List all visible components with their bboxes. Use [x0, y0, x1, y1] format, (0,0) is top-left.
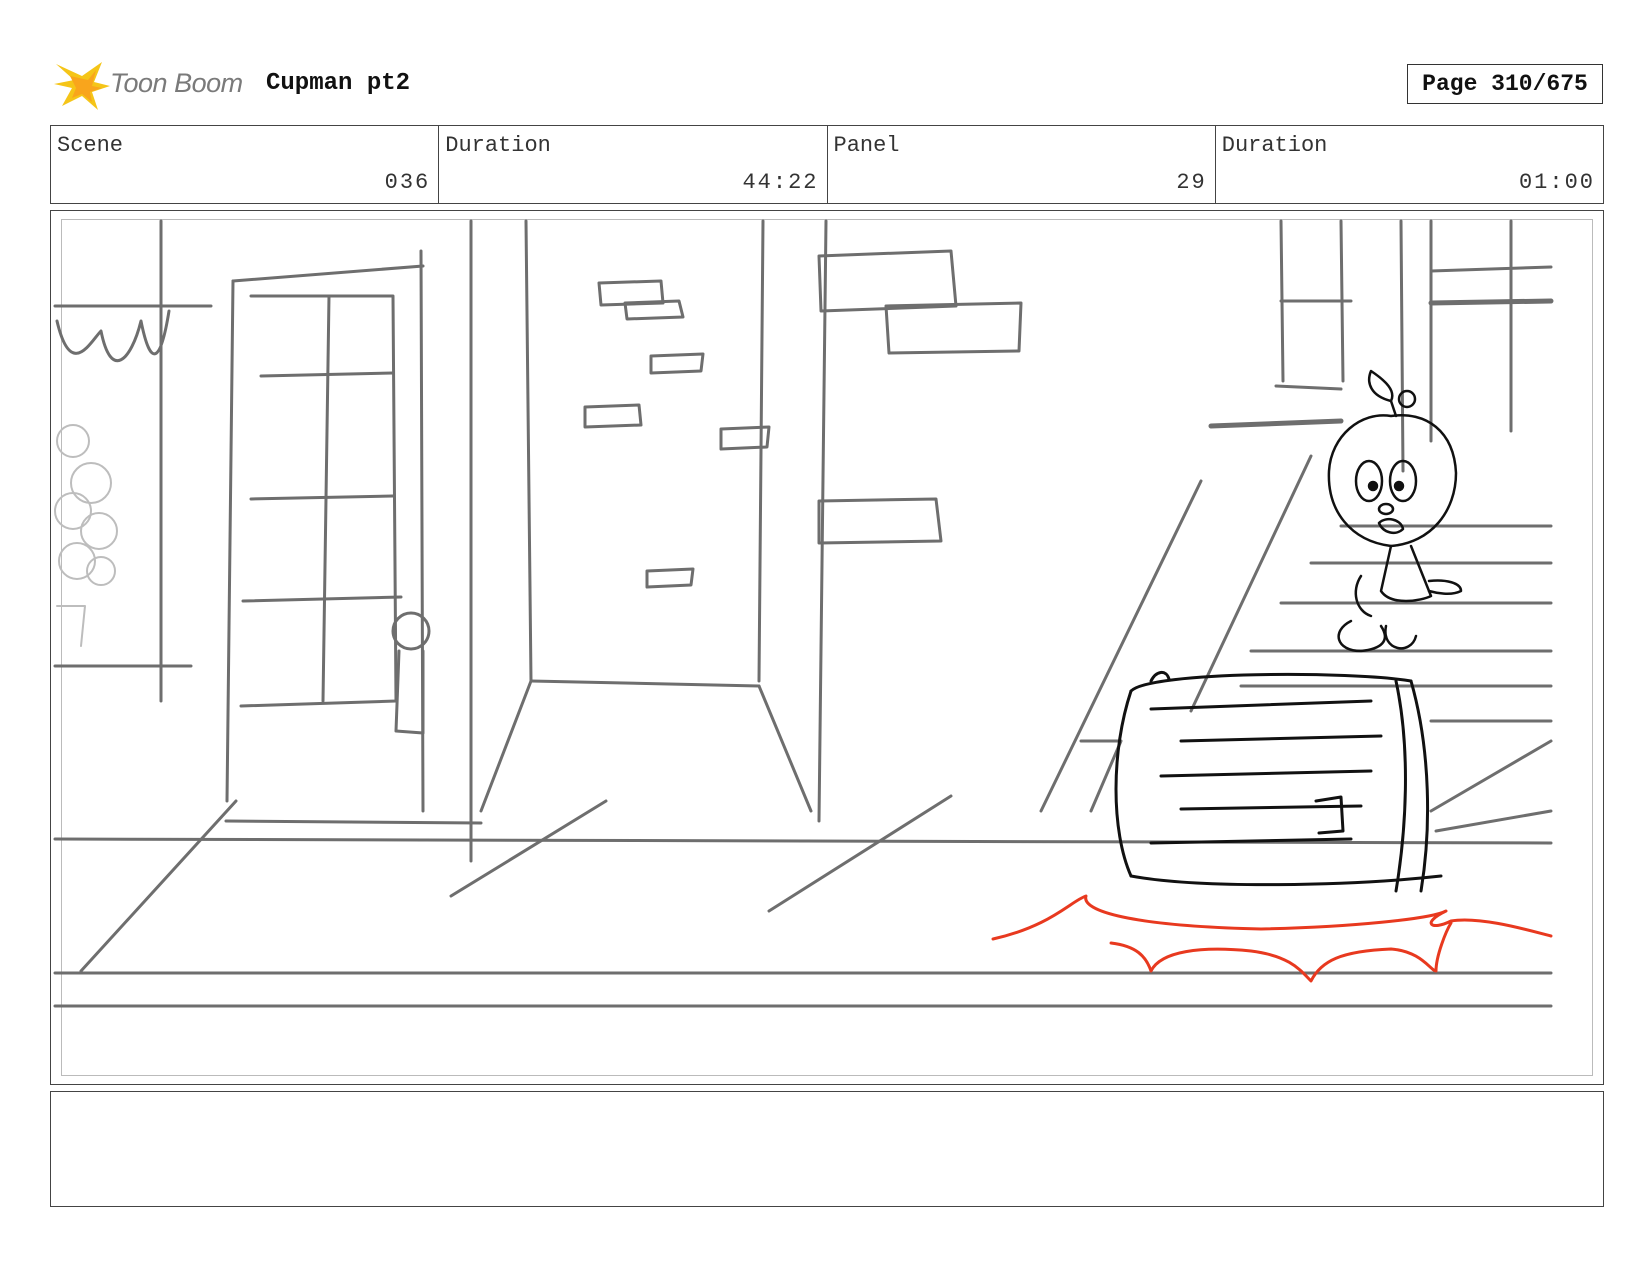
panel-duration-cell: Duration 01:00: [1216, 126, 1603, 203]
logo-text: Toon Boom: [110, 68, 243, 98]
panel-cell: Panel 29: [828, 126, 1216, 203]
document-title: Cupman pt2: [266, 70, 411, 97]
scene-duration-cell: Duration 44:22: [439, 126, 828, 203]
toon-boom-logo: Toon Boom: [52, 56, 252, 112]
scene-value: 036: [384, 170, 431, 195]
panel-duration-value: 01:00: [1518, 170, 1595, 195]
page-counter: Page 310/675: [1407, 64, 1603, 104]
panel-label: Panel: [833, 133, 900, 158]
panel-sketch: [53, 219, 1554, 1008]
scene-cell: Scene 036: [51, 126, 440, 203]
scene-duration-value: 44:22: [742, 170, 819, 195]
panel-duration-label: Duration: [1221, 133, 1328, 158]
scene-duration-label: Duration: [445, 133, 551, 158]
storyboard-panel: [50, 210, 1604, 1085]
scene-label: Scene: [57, 133, 124, 158]
info-row: Scene 036 Duration 44:22 Panel 29 Durati…: [50, 125, 1604, 204]
panel-value: 29: [1176, 170, 1207, 195]
notes-box: [50, 1091, 1604, 1207]
star-burst-icon: [54, 62, 110, 110]
